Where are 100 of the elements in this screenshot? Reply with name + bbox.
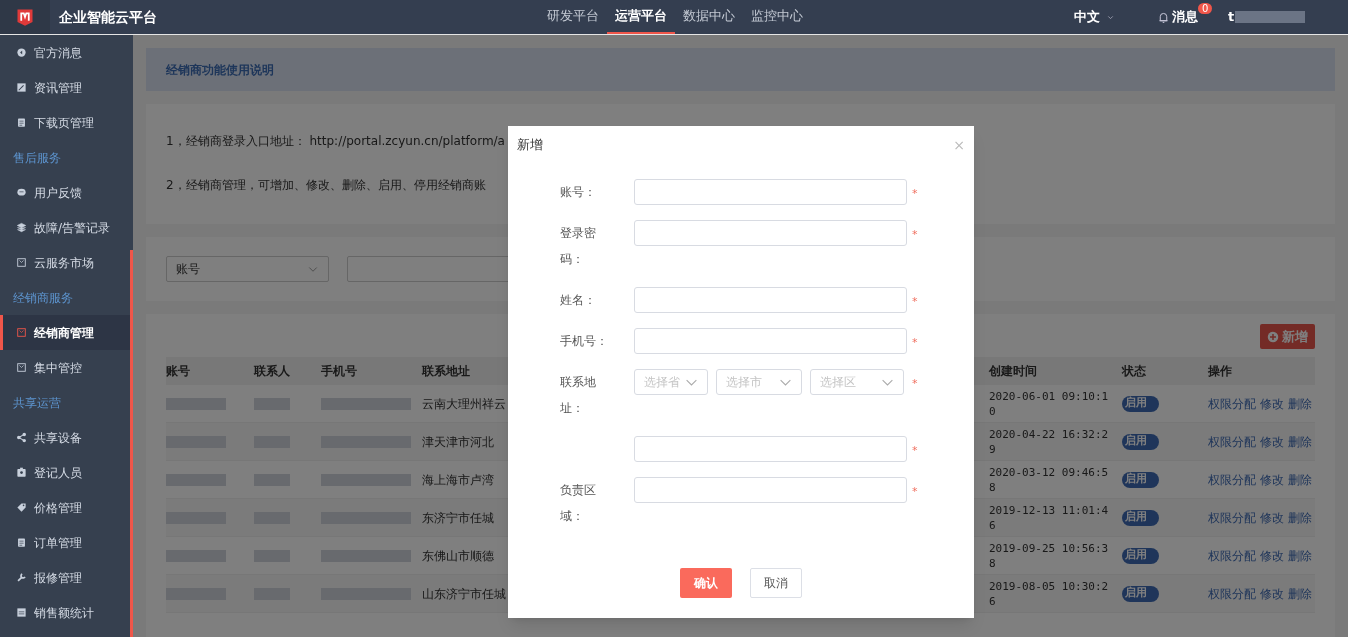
status-toggle[interactable]: 启用 bbox=[1122, 547, 1159, 564]
input-field[interactable] bbox=[634, 477, 907, 503]
chat-icon bbox=[16, 187, 27, 198]
input-field[interactable] bbox=[634, 287, 907, 313]
column-header: 操作 bbox=[1208, 363, 1233, 380]
tag-icon bbox=[16, 502, 27, 513]
sidebar-item[interactable]: 官方消息 bbox=[0, 35, 133, 70]
square-icon bbox=[16, 257, 27, 268]
square-icon bbox=[16, 327, 27, 338]
sidebar-item[interactable]: 销售额统计 bbox=[0, 595, 133, 630]
redacted-block bbox=[1235, 11, 1306, 23]
sidebar-item[interactable]: 故障/告警记录 bbox=[0, 210, 133, 245]
sidebar-item[interactable]: 云服务市场 bbox=[0, 245, 133, 280]
sidebar-item[interactable]: 共享设备 bbox=[0, 420, 133, 455]
sidebar-item[interactable]: 下载页管理 bbox=[0, 105, 133, 140]
sidebar-item[interactable]: 资讯管理 bbox=[0, 70, 133, 105]
required-mark: * bbox=[912, 376, 918, 392]
sidebar-item[interactable]: 价格管理 bbox=[0, 490, 133, 525]
action-link[interactable]: 修改 bbox=[1260, 470, 1284, 489]
info-title: 经销商功能使用说明 bbox=[166, 61, 274, 79]
share-icon bbox=[16, 432, 27, 443]
language-select[interactable]: 中文 bbox=[1074, 7, 1100, 27]
required-mark: * bbox=[912, 294, 918, 310]
action-link[interactable]: 修改 bbox=[1260, 584, 1284, 603]
document-icon bbox=[16, 117, 27, 128]
square-icon bbox=[16, 362, 27, 373]
action-link[interactable]: 权限分配 bbox=[1208, 470, 1256, 489]
field-label: 联系地址： bbox=[560, 374, 597, 417]
user-name[interactable]: t bbox=[1228, 7, 1235, 27]
edit-icon bbox=[16, 82, 27, 93]
action-link[interactable]: 删除 bbox=[1288, 584, 1312, 603]
input-field[interactable] bbox=[634, 436, 907, 462]
action-link[interactable]: 删除 bbox=[1288, 546, 1312, 565]
table-cell-text: 海上海市卢湾 bbox=[422, 471, 494, 489]
input-field[interactable] bbox=[634, 220, 907, 246]
column-header: 联系地址 bbox=[422, 363, 471, 380]
panel-icon bbox=[16, 607, 27, 618]
sidebar-item[interactable]: 订单管理 bbox=[0, 525, 133, 560]
confirm-button[interactable]: 确认 bbox=[680, 568, 732, 598]
message-count-badge: 0 bbox=[1198, 3, 1213, 15]
required-mark: * bbox=[912, 484, 918, 500]
status-toggle[interactable]: 启用 bbox=[1122, 585, 1159, 602]
required-mark: * bbox=[912, 443, 918, 459]
action-link[interactable]: 权限分配 bbox=[1208, 584, 1256, 603]
nav-tab[interactable]: 研发平台 bbox=[539, 0, 607, 34]
action-link[interactable]: 权限分配 bbox=[1208, 546, 1256, 565]
action-link[interactable]: 修改 bbox=[1260, 432, 1284, 451]
action-link[interactable]: 修改 bbox=[1260, 508, 1284, 527]
nav-tab[interactable]: 监控中心 bbox=[743, 0, 811, 34]
sidebar-section-title: 经销商服务 bbox=[12, 289, 74, 307]
table-cell-text: 津天津市河北 bbox=[422, 433, 494, 451]
sidebar-section-title: 共享运营 bbox=[12, 394, 62, 412]
status-toggle[interactable]: 启用 bbox=[1122, 471, 1159, 488]
table-cell: 2020-06-01 09:10:10 bbox=[989, 388, 1109, 419]
action-link[interactable]: 权限分配 bbox=[1208, 394, 1256, 413]
sidebar-item[interactable]: 登记人员 bbox=[0, 455, 133, 490]
action-link[interactable]: 删除 bbox=[1288, 470, 1312, 489]
action-link[interactable]: 权限分配 bbox=[1208, 508, 1256, 527]
close-button[interactable]: × bbox=[953, 138, 965, 152]
column-header: 账号 bbox=[166, 363, 191, 380]
sidebar-item[interactable]: 集中管控 bbox=[0, 350, 133, 385]
action-link[interactable]: 修改 bbox=[1260, 394, 1284, 413]
table-cell-text: 云南大理州祥云 bbox=[422, 395, 506, 413]
region-select[interactable]: 选择省 bbox=[634, 369, 708, 395]
nav-tab[interactable]: 数据中心 bbox=[675, 0, 743, 34]
bell-icon bbox=[1157, 10, 1170, 24]
required-mark: * bbox=[912, 186, 918, 202]
action-link[interactable]: 修改 bbox=[1260, 546, 1284, 565]
filter-select[interactable]: 账号 bbox=[166, 256, 329, 282]
column-header: 手机号 bbox=[321, 363, 358, 380]
status-toggle[interactable]: 启用 bbox=[1122, 509, 1159, 526]
action-link[interactable]: 权限分配 bbox=[1208, 432, 1256, 451]
table-cell-text: 山东济宁市任城 bbox=[422, 585, 506, 603]
table-cell: 2019-09-25 10:56:38 bbox=[989, 540, 1109, 571]
region-select[interactable]: 选择区 bbox=[810, 369, 904, 395]
table-cell: 2020-04-22 16:32:29 bbox=[989, 426, 1109, 457]
status-toggle[interactable]: 启用 bbox=[1122, 433, 1159, 450]
field-label: 账号： bbox=[560, 184, 597, 201]
sidebar-item[interactable]: 报修管理 bbox=[0, 560, 133, 595]
action-link[interactable]: 删除 bbox=[1288, 394, 1312, 413]
add-button[interactable]: 新增 bbox=[1260, 324, 1315, 349]
field-label: 姓名： bbox=[560, 292, 597, 309]
input-field[interactable] bbox=[634, 179, 907, 205]
field-label: 负责区域： bbox=[560, 482, 597, 525]
required-mark: * bbox=[912, 227, 918, 243]
action-link[interactable]: 删除 bbox=[1288, 508, 1312, 527]
wrench-icon bbox=[16, 572, 27, 583]
sidebar-item[interactable]: 经销商管理 bbox=[0, 315, 133, 350]
sidebar-item[interactable]: 用户反馈 bbox=[0, 175, 133, 210]
table-cell-text: 东佛山市顺德 bbox=[422, 547, 494, 565]
status-toggle[interactable]: 启用 bbox=[1122, 395, 1159, 412]
required-mark: * bbox=[912, 335, 918, 351]
logo-icon bbox=[15, 7, 35, 27]
messages-link[interactable]: 消息 bbox=[1172, 7, 1198, 27]
input-field[interactable] bbox=[634, 328, 907, 354]
dialog-title: 新增 bbox=[517, 136, 543, 155]
cancel-button[interactable]: 取消 bbox=[750, 568, 802, 598]
id-badge-icon bbox=[16, 467, 27, 478]
column-header: 状态 bbox=[1122, 363, 1147, 380]
action-link[interactable]: 删除 bbox=[1288, 432, 1312, 451]
